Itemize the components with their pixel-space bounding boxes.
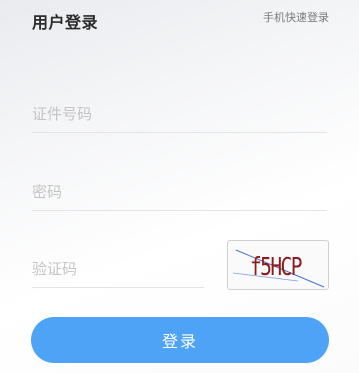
password-input[interactable] — [32, 174, 327, 210]
login-button[interactable]: 登录 — [31, 317, 329, 363]
captcha-field — [32, 251, 204, 288]
page-title: 用户登录 — [32, 13, 99, 32]
id-number-input[interactable] — [32, 96, 327, 132]
login-header: 用户登录 手机快速登录 — [32, 8, 329, 32]
id-number-field — [32, 96, 327, 133]
captcha-input[interactable] — [32, 251, 204, 287]
password-field — [32, 174, 327, 211]
captcha-image[interactable]: f5HCP — [227, 240, 329, 290]
captcha-code: f5HCP — [250, 252, 302, 281]
phone-quick-login-link[interactable]: 手机快速登录 — [263, 9, 329, 25]
